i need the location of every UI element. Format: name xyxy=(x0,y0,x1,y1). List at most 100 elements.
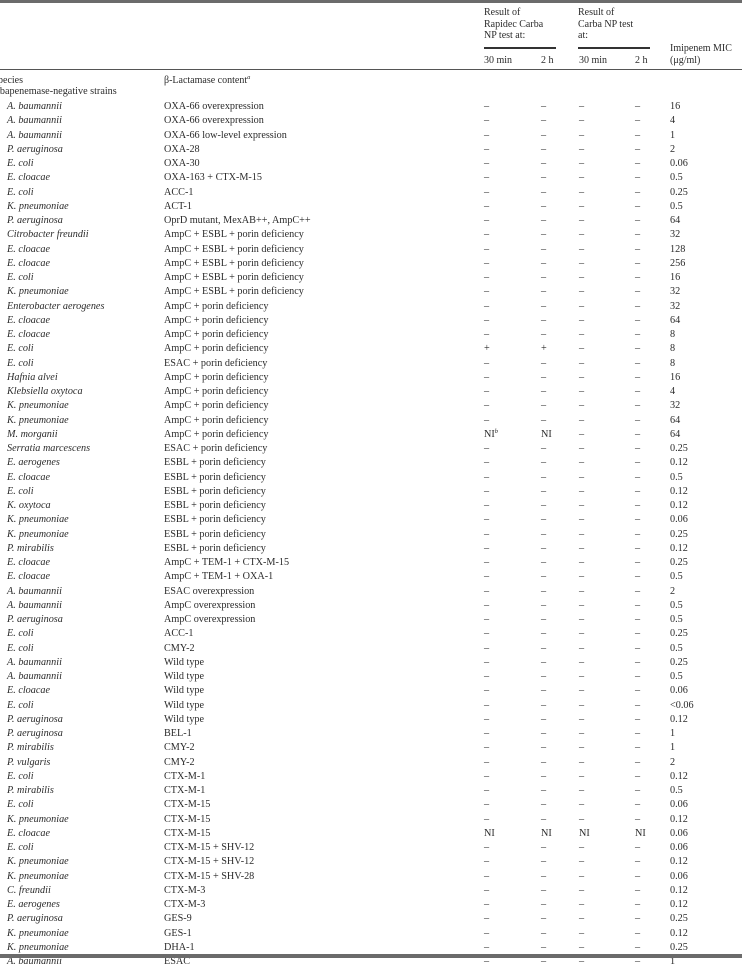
rapidec-2h-cell-text: – xyxy=(541,628,547,640)
rapidec-30min-cell-text: – xyxy=(484,314,490,326)
carba-30min-cell: – xyxy=(579,570,584,584)
carba-2h-cell-text: – xyxy=(635,756,641,768)
table-row: A. baumannii AmpC overexpression – – – – 0.5 xyxy=(0,599,742,613)
lactamase-cell-text: AmpC + TEM-1 + CTX-M-15 xyxy=(164,557,290,568)
rapidec-30min-cell-text: – xyxy=(484,257,490,269)
rapidec-30min-cell: – xyxy=(484,357,489,371)
species-cell-text: E. coli xyxy=(7,799,34,811)
rapidec-2h-cell-text: – xyxy=(541,842,547,853)
carba-2h-cell-text: – xyxy=(635,913,641,925)
header-carba-line2: Carba NP test xyxy=(578,18,634,30)
lactamase-cell-text: GES-9 xyxy=(164,913,192,925)
header-species: pecies xyxy=(0,75,23,86)
rapidec-2h-cell-text: – xyxy=(541,656,547,668)
mic-cell-text: 0.25 xyxy=(670,443,688,454)
carba-30min-cell: – xyxy=(579,784,584,798)
species-cell-text: E. coli xyxy=(7,842,34,853)
carba-2h-cell: – xyxy=(635,627,640,641)
species-cell-text: P. aeruginosa xyxy=(7,143,63,155)
rapidec-2h-cell-text: – xyxy=(541,799,547,811)
species-cell-text: E. coli xyxy=(7,642,34,654)
lactamase-cell-text: AmpC + porin deficiency xyxy=(164,314,269,326)
carba-2h-cell-text: – xyxy=(635,742,641,754)
rapidec-30min-cell-text: – xyxy=(484,856,490,868)
lactamase-cell: AmpC overexpression xyxy=(164,613,255,627)
rapidec-2h-cell: – xyxy=(541,884,546,898)
lactamase-cell: CMY-2 xyxy=(164,642,195,656)
mic-cell-text: 0.5 xyxy=(670,642,683,654)
mic-cell-text: 64 xyxy=(670,314,681,326)
rapidec-30min-cell: – xyxy=(484,613,489,627)
header-carba-group: Result of Carba NP test at: xyxy=(578,7,633,42)
rapidec-2h-cell-text: – xyxy=(541,115,547,127)
mic-cell: 32 xyxy=(670,399,680,413)
carba-2h-cell: – xyxy=(635,599,640,613)
rapidec-2h-cell: – xyxy=(541,941,546,955)
carba-30min-cell: – xyxy=(579,528,584,542)
mic-cell-text: 0.25 xyxy=(670,186,688,198)
species-cell-text: P. mirabilis xyxy=(7,542,54,554)
carba-30min-cell-text: – xyxy=(579,457,585,469)
lactamase-cell-text: ESAC overexpression xyxy=(164,585,255,597)
species-cell: E. aerogenes xyxy=(7,898,60,912)
mic-cell: 1 xyxy=(670,727,675,741)
carba-2h-cell: – xyxy=(635,243,640,257)
mic-cell: 0.25 xyxy=(670,528,688,542)
species-cell: P. aeruginosa xyxy=(7,727,63,741)
mic-cell: 0.12 xyxy=(670,456,688,470)
rapidec-2h-cell: – xyxy=(541,114,546,128)
carba-30min-cell-text: – xyxy=(579,386,585,397)
species-cell: Citrobacter freundii xyxy=(7,228,89,242)
table-row: E. coli CMY-2 – – – – 0.5 xyxy=(0,642,742,656)
header-rapidec-line3: NP test at: xyxy=(484,30,526,41)
species-cell-text: P. aeruginosa xyxy=(7,913,63,925)
lactamase-cell-text: AmpC overexpression xyxy=(164,614,256,625)
rapidec-2h-cell-text: – xyxy=(541,371,547,383)
species-cell-text: E. coli xyxy=(7,770,34,782)
carba-30min-cell: – xyxy=(579,456,584,470)
lactamase-cell-text: CMY-2 xyxy=(164,742,195,754)
carba-30min-cell-text: – xyxy=(579,528,585,540)
species-cell: E. coli xyxy=(7,357,34,371)
mic-cell: 0.5 xyxy=(670,171,683,185)
table-row: E. coli CTX-M-15 + SHV-12 – – – – 0.06 xyxy=(0,841,742,855)
carba-2h-cell: – xyxy=(635,656,640,670)
carba-30min-cell: – xyxy=(579,656,584,670)
species-cell-text: E. cloacae xyxy=(7,471,50,483)
species-cell: E. coli xyxy=(7,841,34,855)
carba-2h-cell-text: – xyxy=(635,243,641,255)
table-row: A. baumannii OXA-66 overexpression – – – – 4 xyxy=(0,114,742,128)
rapidec-30min-cell-text: – xyxy=(484,842,490,853)
lactamase-cell-text: CMY-2 xyxy=(164,756,195,768)
rapidec-30min-cell: – xyxy=(484,556,489,570)
species-cell-text: P. aeruginosa xyxy=(7,713,63,725)
carba-2h-cell: – xyxy=(635,613,640,627)
mic-cell: 0.06 xyxy=(670,841,688,855)
rapidec-2h-cell-text: NI xyxy=(541,827,552,839)
mic-cell: 4 xyxy=(670,385,675,399)
rapidec-30min-cell-text: – xyxy=(484,172,490,184)
rapidec-30min-cell-text: NI xyxy=(484,827,495,839)
species-cell: A. baumannii xyxy=(7,585,62,599)
rapidec-2h-cell: – xyxy=(541,399,546,413)
species-cell: Hafnia alvei xyxy=(7,371,58,385)
carba-2h-cell: – xyxy=(635,670,640,684)
carba-2h-cell-text: – xyxy=(635,229,641,241)
lactamase-cell: AmpC overexpression xyxy=(164,599,255,613)
rapidec-30min-cell: – xyxy=(484,599,489,613)
mic-cell: 2 xyxy=(670,756,675,770)
carba-30min-cell-text: NI xyxy=(579,827,590,839)
rapidec-2h-cell: – xyxy=(541,756,546,770)
rapidec-30min-cell: – xyxy=(484,642,489,656)
carba-2h-cell-text: – xyxy=(635,172,641,184)
species-cell-text: E. cloacae xyxy=(7,329,50,340)
species-cell: E. coli xyxy=(7,699,34,713)
carba-2h-cell-text: – xyxy=(635,571,641,583)
carba-2h-cell-text: – xyxy=(635,215,641,226)
lactamase-cell-text: CTX-M-15 xyxy=(164,827,211,839)
carba-2h-cell: – xyxy=(635,228,640,242)
rapidec-30min-cell: NI xyxy=(484,827,495,841)
species-cell-text: E. cloacae xyxy=(7,257,50,269)
lactamase-cell: ESBL + porin deficiency xyxy=(164,528,266,542)
carba-30min-cell: – xyxy=(579,257,584,271)
